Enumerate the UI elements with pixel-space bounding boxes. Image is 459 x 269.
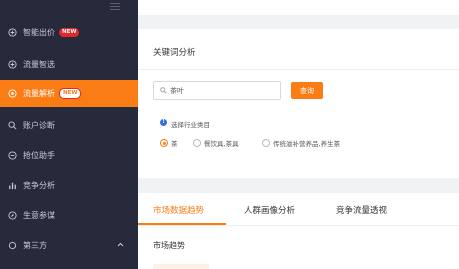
- radio-option-tea[interactable]: 茶: [160, 138, 178, 148]
- sidebar: 智能出价 NEW 流量智选 流量解析 NEW 账户诊断 抢位助手 竞争分析 生意…: [0, 0, 138, 269]
- radio-unselected[interactable]: [262, 139, 270, 147]
- sidebar-item-competition[interactable]: 竞争分析: [0, 172, 138, 199]
- bar-chart-icon: [8, 181, 17, 190]
- sidebar-item-rank-helper[interactable]: 抢位助手: [0, 142, 138, 169]
- tab-market-trend[interactable]: 市场数据趋势: [153, 204, 204, 216]
- sidebar-item-label: 第三方: [23, 241, 47, 250]
- magnifier-icon: [8, 121, 17, 130]
- sidebar-item-traffic-select[interactable]: 流量智选: [0, 51, 138, 78]
- menu-toggle-icon[interactable]: [110, 3, 120, 12]
- plus-circle-icon: [8, 60, 17, 69]
- search-input[interactable]: 茶叶: [153, 81, 281, 100]
- sidebar-item-label: 智能出价: [23, 28, 55, 37]
- divider: [138, 69, 459, 70]
- radio-label: 茶: [171, 140, 178, 148]
- sidebar-item-label: 流量智选: [23, 60, 55, 69]
- sidebar-item-label: 抢位助手: [23, 151, 55, 160]
- search-value: 茶叶: [170, 86, 184, 95]
- radio-option-health-tea[interactable]: 传统滋补营养品,养生茶: [262, 138, 340, 148]
- target-icon: [8, 89, 17, 98]
- sidebar-item-traffic-analysis[interactable]: 流量解析 NEW: [0, 80, 138, 107]
- sidebar-item-third-party[interactable]: 第三方: [0, 232, 138, 259]
- sidebar-item-business-advisor[interactable]: 生意参谋: [0, 202, 138, 229]
- chart-area: [153, 264, 209, 269]
- sidebar-item-account-diagnosis[interactable]: 账户诊断: [0, 112, 138, 139]
- sidebar-item-label: 流量解析: [23, 89, 55, 98]
- radio-unselected[interactable]: [193, 139, 201, 147]
- radio-option-tableware[interactable]: 餐饮具,茶具: [193, 138, 239, 148]
- section-title: 市场趋势: [153, 241, 185, 250]
- sidebar-header: [0, 0, 138, 19]
- keyword-analysis-panel: 关键词分析: [138, 29, 459, 178]
- radio-label: 传统滋补营养品,养生茶: [273, 140, 341, 148]
- tab-audience[interactable]: 人群画像分析: [244, 204, 295, 216]
- radio-label: 餐饮具,茶具: [204, 140, 239, 148]
- circle-icon: [8, 241, 17, 250]
- sidebar-item-smart-bid[interactable]: 智能出价 NEW: [0, 19, 138, 46]
- panel-title: 关键词分析: [153, 48, 196, 58]
- radio-selected[interactable]: [160, 139, 168, 147]
- divider: [138, 225, 459, 226]
- new-badge: NEW: [59, 88, 82, 99]
- chevron-up-icon[interactable]: [117, 242, 124, 247]
- sidebar-item-label: 账户诊断: [23, 121, 55, 130]
- info-icon: !: [160, 119, 167, 126]
- search-icon: [160, 87, 167, 94]
- sidebar-item-label: 竞争分析: [23, 181, 55, 190]
- crosshair-icon: [8, 151, 17, 160]
- tab-competition-traffic[interactable]: 竞争流量透视: [336, 204, 387, 216]
- compass-icon: [8, 211, 17, 220]
- new-badge: NEW: [59, 28, 80, 37]
- query-button[interactable]: 查询: [291, 82, 323, 99]
- plus-circle-icon: [8, 28, 17, 37]
- top-panel: [138, 0, 459, 15]
- industry-label: 选择行业类目: [171, 121, 210, 129]
- sidebar-item-label: 生意参谋: [23, 211, 55, 220]
